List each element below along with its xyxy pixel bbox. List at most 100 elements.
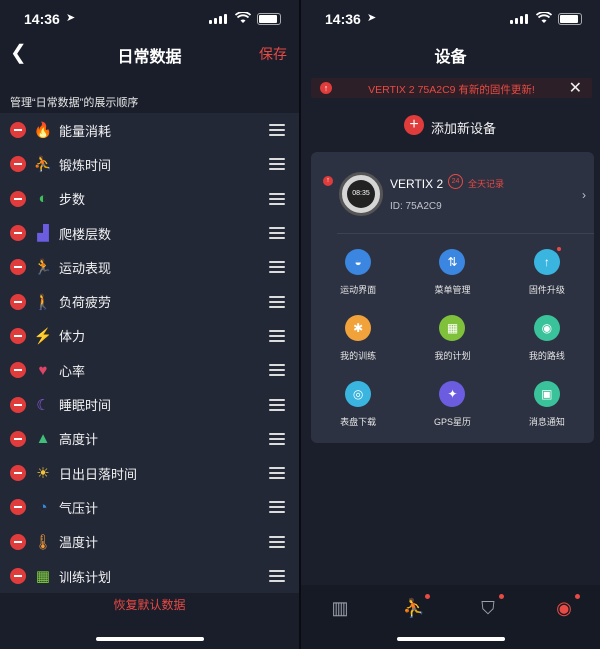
status-bar: 14:36 ➤ — [0, 0, 299, 36]
list-item: ☾ 睡眠时间 — [0, 387, 299, 421]
drag-handle-icon[interactable] — [269, 329, 285, 342]
add-device-label: 添加新设备 — [431, 121, 497, 136]
home-indicator — [396, 637, 505, 641]
drag-handle-icon[interactable] — [269, 501, 285, 514]
chevron-right-icon[interactable]: › — [582, 188, 586, 202]
remove-icon[interactable] — [10, 396, 26, 413]
order-hint: 管理“日常数据”的展示顺序 — [10, 97, 139, 109]
grid-item[interactable]: ◒ 运动界面 — [311, 247, 405, 299]
remove-icon[interactable] — [10, 568, 26, 584]
remove-icon[interactable] — [10, 430, 26, 447]
watch-image[interactable]: 08:35 — [339, 172, 383, 216]
device-model[interactable]: VERTIX 2 — [390, 177, 443, 191]
drag-handle-icon[interactable] — [269, 432, 285, 445]
list-item-label: 高度计 — [59, 432, 99, 448]
grid-item-label: 表盘下载 — [340, 417, 377, 427]
nav-bar: ❮ 日常数据 保存 — [0, 36, 299, 70]
remove-icon[interactable] — [10, 362, 26, 379]
list-item-label: 爬楼层数 — [59, 226, 112, 242]
walker-icon: 🚶 — [33, 293, 53, 311]
remove-icon[interactable] — [10, 533, 26, 550]
stamina-icon: ⚡ — [33, 327, 53, 345]
location-icon: ➤ — [66, 12, 76, 24]
shield-icon[interactable]: ⛉ — [475, 594, 504, 621]
grid-item[interactable]: ✦ GPS星历 — [405, 379, 499, 431]
drag-handle-icon[interactable] — [269, 261, 285, 274]
status-bar: 14:36 ➤ — [301, 0, 600, 36]
drag-handle-icon[interactable] — [269, 398, 285, 411]
remove-icon[interactable] — [10, 190, 26, 207]
all-day-label: 全天记录 — [468, 179, 505, 189]
remove-icon[interactable] — [10, 465, 26, 482]
remove-icon[interactable] — [10, 259, 26, 276]
footprint-icon: ◐ — [38, 190, 48, 208]
drag-handle-icon[interactable] — [269, 295, 285, 308]
signal-icon — [209, 14, 227, 24]
stats-icon[interactable]: ▥ — [327, 595, 353, 621]
watch-icon[interactable]: ◉ — [551, 594, 580, 621]
list-item-label: 步数 — [59, 192, 86, 208]
drag-handle-icon[interactable] — [269, 227, 285, 240]
status-time: 14:36 — [24, 11, 60, 27]
grid-item-label: 菜单管理 — [434, 285, 471, 295]
drag-handle-icon[interactable] — [269, 124, 285, 137]
grid-item[interactable]: ◉ 我的路线 — [500, 313, 594, 365]
drag-handle-icon[interactable] — [269, 535, 285, 548]
grid-item[interactable]: ✱ 我的训练 — [311, 313, 405, 365]
list-item-label: 气压计 — [59, 500, 99, 516]
drag-handle-icon[interactable] — [269, 467, 285, 480]
restore-defaults-button[interactable]: 恢复默认数据 — [0, 596, 299, 613]
remove-icon[interactable] — [10, 499, 26, 516]
battery-icon — [558, 13, 582, 25]
remove-icon[interactable] — [10, 156, 26, 173]
list-item-label: 睡眠时间 — [59, 398, 112, 414]
mountain-icon: ▲ — [35, 430, 51, 448]
drag-handle-icon[interactable] — [269, 192, 285, 205]
daily-data-screen: 14:36 ➤ ❮ 日常数据 保存 管理“日常数据”的展示顺序 🔥 能量消耗 ⛹ 锻炼… — [0, 0, 299, 649]
devices-screen: 14:36 ➤ 设备 ↑ VERTIX 2 75A2C9 有新的固件更新! ✕ … — [301, 0, 600, 649]
grid-item[interactable]: ▣ 消息通知 — [500, 379, 594, 431]
sport-icon[interactable]: ⛹ — [401, 594, 430, 621]
drag-handle-icon[interactable] — [269, 364, 285, 377]
add-device-button[interactable]: + 添加新设备 — [301, 114, 600, 138]
page-title: 日常数据 — [117, 49, 182, 66]
device-id: ID: 75A2C9 — [390, 201, 442, 212]
grid-item[interactable]: ↑ 固件升级 — [500, 247, 594, 299]
status-time: 14:36 — [325, 11, 361, 27]
remove-icon[interactable] — [10, 327, 26, 344]
grid-item[interactable]: ▦ 我的计划 — [405, 313, 499, 365]
grid-item-label: 固件升级 — [528, 285, 565, 295]
calendar-icon: ▦ — [35, 568, 51, 585]
remove-icon[interactable] — [10, 293, 26, 310]
save-button[interactable]: 保存 — [259, 44, 287, 64]
list-item-label: 运动表现 — [59, 260, 112, 276]
card-divider — [337, 233, 594, 234]
location-icon: ➤ — [367, 12, 377, 24]
remove-icon[interactable] — [10, 225, 26, 242]
tab-bar: ▥ ⛹ ⛉ ◉ — [301, 585, 600, 649]
route-icon: ◉ — [533, 315, 560, 341]
list-item-label: 温度计 — [59, 535, 99, 551]
watchface-icon: ◎ — [345, 381, 372, 407]
drag-handle-icon[interactable] — [269, 570, 285, 582]
firmware-icon: ↑ — [533, 249, 560, 275]
flame-icon: 🔥 — [33, 122, 53, 140]
list-item-label: 体力 — [59, 329, 86, 345]
grid-item[interactable]: ◎ 表盘下载 — [311, 379, 405, 431]
watch-face-time: 08:35 — [347, 180, 375, 208]
thermometer-icon: 🌡 — [33, 533, 53, 551]
list-item: 🚶 负荷疲劳 — [0, 284, 299, 318]
list-item: ▦ 训练计划 — [0, 559, 299, 593]
firmware-update-banner[interactable]: ↑ VERTIX 2 75A2C9 有新的固件更新! ✕ — [311, 78, 592, 98]
list-item: ◐ 步数 — [0, 182, 299, 216]
list-item-label: 负荷疲劳 — [59, 295, 112, 311]
remove-icon[interactable] — [10, 122, 26, 139]
wifi-icon — [235, 12, 251, 23]
list-item-label: 训练计划 — [59, 569, 112, 585]
wifi-icon — [536, 12, 552, 23]
nav-bar: 设备 — [301, 36, 600, 70]
menu-manage-icon: ⇅ — [439, 249, 466, 275]
close-icon[interactable]: ✕ — [569, 78, 582, 98]
grid-item[interactable]: ⇅ 菜单管理 — [405, 247, 499, 299]
drag-handle-icon[interactable] — [269, 158, 285, 171]
